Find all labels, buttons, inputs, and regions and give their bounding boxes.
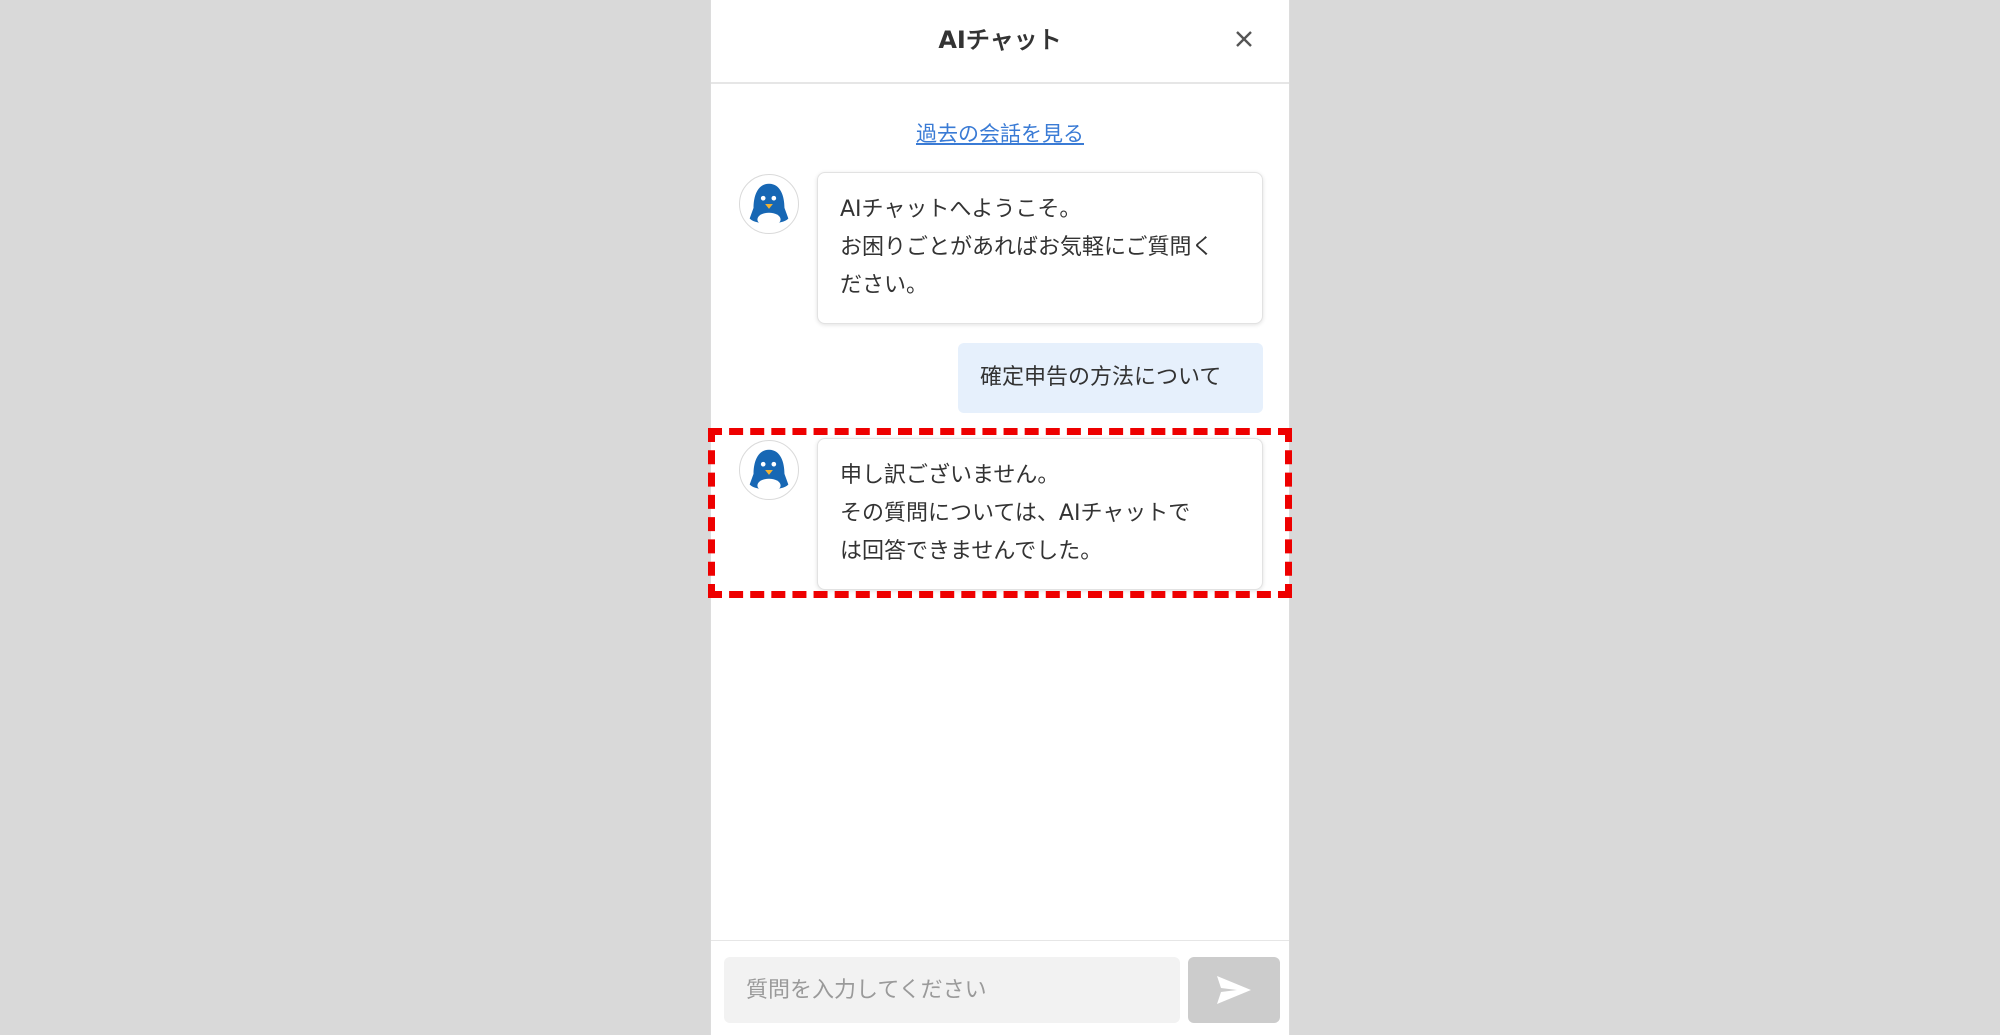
message-text: ださい。 — [840, 273, 929, 298]
highlight-dashed-box — [708, 428, 1292, 598]
chat-input-bar — [711, 940, 1289, 1035]
chat-header: AIチャット — [711, 0, 1289, 84]
message-text: お困りごとがあればお気軽にご質問く — [840, 235, 1214, 260]
bot-message-bubble: AIチャットへようこそ。 お困りごとがあればお気軽にご質問く ださい。 — [817, 172, 1263, 324]
close-button[interactable] — [1227, 22, 1261, 56]
message-text: AIチャットへようこそ。 — [840, 197, 1082, 222]
question-input[interactable] — [724, 957, 1180, 1023]
penguin-avatar-icon — [749, 183, 789, 227]
send-icon — [1217, 976, 1251, 1004]
send-button[interactable] — [1188, 957, 1280, 1023]
close-icon — [1236, 31, 1252, 47]
user-message-bubble: 確定申告の方法について — [958, 343, 1263, 413]
past-conversations-link[interactable]: 過去の会話を見る — [711, 118, 1289, 148]
chat-title: AIチャット — [938, 26, 1062, 54]
bot-avatar — [739, 174, 799, 234]
